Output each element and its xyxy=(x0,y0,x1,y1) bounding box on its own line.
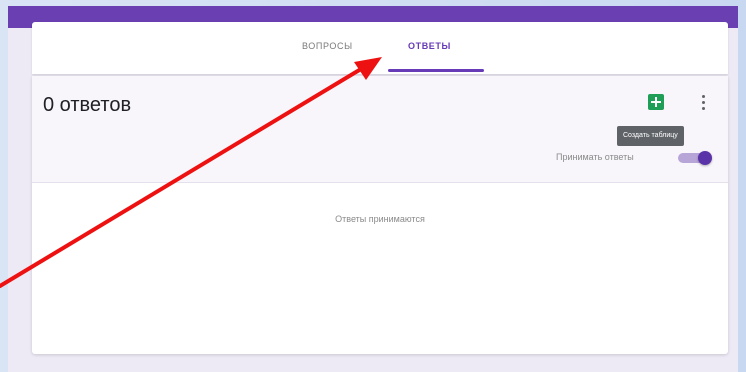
toggle-knob xyxy=(698,151,712,165)
accept-responses-toggle[interactable] xyxy=(678,151,712,165)
responses-card: 0 ответов Создать таблицу Принимать отве… xyxy=(32,76,728,354)
tab-responses[interactable]: ОТВЕТЫ xyxy=(408,22,451,74)
tabs-bar: ВОПРОСЫ ОТВЕТЫ xyxy=(32,22,728,74)
active-tab-indicator xyxy=(388,69,484,72)
sheets-icon[interactable] xyxy=(648,94,664,110)
tab-questions[interactable]: ВОПРОСЫ xyxy=(302,22,353,74)
responses-header: 0 ответов Создать таблицу Принимать отве… xyxy=(32,76,728,183)
forms-page: ВОПРОСЫ ОТВЕТЫ 0 ответов Создать таблицу… xyxy=(8,6,738,372)
accept-responses-label: Принимать ответы xyxy=(556,152,634,162)
status-message: Ответы принимаются xyxy=(335,214,425,224)
more-vert-icon[interactable] xyxy=(698,92,708,112)
create-sheet-tooltip: Создать таблицу xyxy=(617,126,684,146)
responses-count: 0 ответов xyxy=(43,94,132,116)
